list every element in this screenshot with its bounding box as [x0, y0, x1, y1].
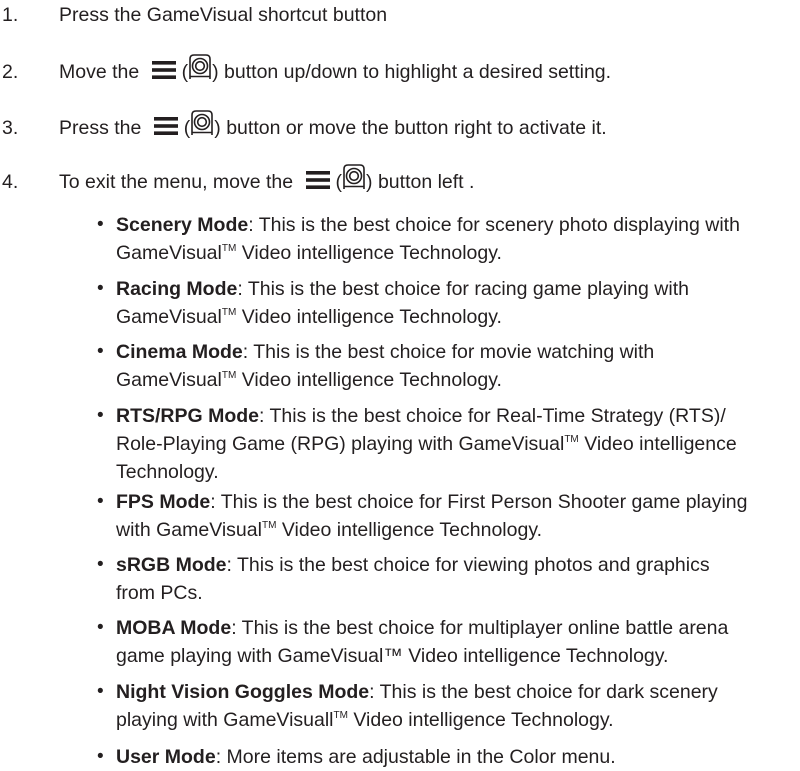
bullet-dot: • — [97, 681, 104, 702]
mode-description: User Mode: More items are adjustable in … — [116, 743, 796, 771]
mode-description-line: from PCs. — [116, 582, 203, 604]
step-number: 3. — [2, 117, 19, 139]
mode-name: sRGB Mode — [116, 554, 227, 576]
step-number: 1. — [2, 4, 19, 26]
step-text: Move the ( ) button up/down to highlight… — [59, 54, 612, 86]
step-text: Press the ( ) button or move the button … — [59, 110, 607, 142]
bullet-dot: • — [97, 405, 104, 426]
joystick-button-icon — [191, 110, 214, 135]
step-number: 2. — [2, 61, 19, 83]
bullet-dot: • — [97, 491, 104, 512]
bullet-dot: • — [97, 617, 104, 638]
joystick-button-icon — [189, 54, 211, 79]
mode-description-line: GameVisualTM Video intelligence Technolo… — [116, 306, 502, 328]
trademark-superscript: TM — [333, 709, 348, 721]
trademark-superscript: TM — [221, 369, 237, 381]
trademark-superscript: TM — [564, 433, 579, 445]
mode-description-line: Racing Mode: This is the best choice for… — [116, 278, 689, 300]
mode-description: Scenery Mode: This is the best choice fo… — [116, 211, 796, 267]
mode-description-line: GameVisualTM Video intelligence Technolo… — [116, 242, 502, 264]
trademark-superscript: TM — [261, 519, 277, 531]
step-text-after: ) button or move the button right to act… — [214, 117, 607, 139]
manual-page: 1. Press the GameVisual shortcut button … — [0, 0, 800, 768]
mode-description-line: GameVisualTM Video intelligence Technolo… — [116, 369, 502, 391]
step-text-before: Press the — [59, 117, 142, 139]
bullet-dot: • — [97, 554, 104, 575]
mode-name: Night Vision Goggles Mode — [116, 681, 370, 703]
mode-name: RTS/RPG Mode — [116, 405, 260, 427]
mode-description-line: playing with GameVisuallTM Video intelli… — [116, 709, 614, 731]
trademark-superscript: TM — [221, 242, 237, 254]
mode-description-line: User Mode: More items are adjustable in … — [116, 746, 616, 768]
joystick-button-icon — [343, 164, 365, 189]
step-number: 4. — [2, 171, 19, 193]
mode-description-line: Night Vision Goggles Mode: This is the b… — [116, 681, 718, 703]
mode-name: Scenery Mode — [116, 214, 249, 236]
mode-description-line: sRGB Mode: This is the best choice for v… — [116, 554, 710, 576]
mode-name: Racing Mode — [116, 278, 238, 300]
mode-name: FPS Mode — [116, 491, 211, 513]
mode-description-line: RTS/RPG Mode: This is the best choice fo… — [116, 405, 726, 427]
bullet-dot: • — [97, 278, 104, 299]
step-text-before: Move the — [59, 61, 140, 83]
step-text: To exit the menu, move the ( ) button le… — [59, 164, 475, 196]
mode-description: FPS Mode: This is the best choice for Fi… — [116, 488, 796, 544]
step-text: Press the GameVisual shortcut button — [59, 4, 388, 26]
step-text-after: ) button left . — [366, 171, 475, 193]
mode-description-line: game playing with GameVisual™ Video inte… — [116, 645, 669, 667]
mode-description: RTS/RPG Mode: This is the best choice fo… — [116, 402, 796, 486]
trademark-superscript: TM — [221, 306, 237, 318]
mode-description: sRGB Mode: This is the best choice for v… — [116, 551, 796, 607]
mode-description: MOBA Mode: This is the best choice for m… — [116, 614, 796, 670]
mode-name: Cinema Mode — [116, 341, 243, 363]
mode-description: Racing Mode: This is the best choice for… — [116, 275, 796, 331]
bullet-dot: • — [97, 341, 104, 362]
mode-name: MOBA Mode — [116, 617, 232, 639]
mode-description-line: MOBA Mode: This is the best choice for m… — [116, 617, 729, 639]
menu-lines-icon — [305, 170, 330, 189]
mode-description-line: Scenery Mode: This is the best choice fo… — [116, 214, 740, 236]
mode-description: Cinema Mode: This is the best choice for… — [116, 338, 796, 394]
step-text-after: ) button up/down to highlight a desired … — [212, 61, 612, 83]
mode-name: User Mode — [116, 746, 216, 768]
mode-description-line: Cinema Mode: This is the best choice for… — [116, 341, 655, 363]
bullet-dot: • — [97, 746, 104, 767]
menu-lines-icon — [151, 60, 176, 79]
mode-description: Night Vision Goggles Mode: This is the b… — [116, 678, 796, 734]
mode-description-line: Technology. — [116, 461, 219, 483]
bullet-dot: • — [97, 214, 104, 235]
mode-description-line: with GameVisualTM Video intelligence Tec… — [116, 519, 543, 541]
menu-lines-icon — [153, 116, 178, 135]
mode-description-line: Role-Playing Game (RPG) playing with Gam… — [116, 433, 737, 455]
mode-description-line: FPS Mode: This is the best choice for Fi… — [116, 491, 748, 513]
step-text-before: To exit the menu, move the — [59, 171, 294, 193]
